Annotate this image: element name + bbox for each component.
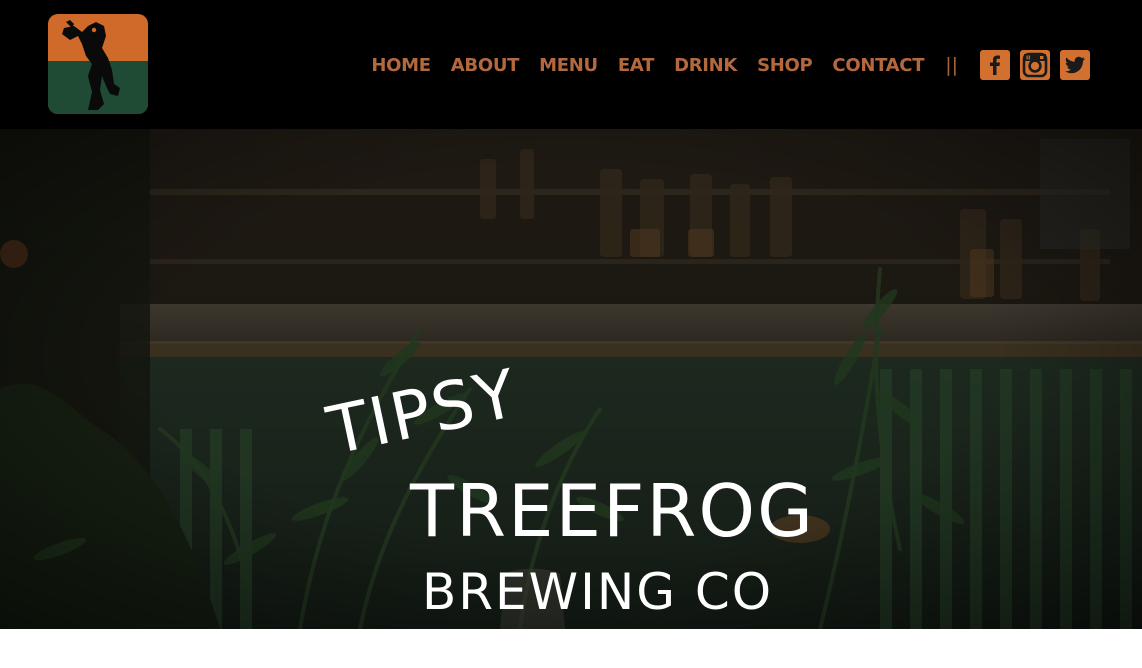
twitter-icon [1065,56,1085,74]
hero-background-image [0,129,1142,629]
nav-menu[interactable]: MENU [539,55,598,76]
hero-subtitle-brewing-co: BREWING CO [422,563,774,621]
nav-shop[interactable]: SHOP [757,55,813,76]
nav-drink[interactable]: DRINK [674,55,737,76]
hero-section: TIPSY TREEFROG BREWING CO [0,129,1142,629]
treefrog-logo-icon [48,14,148,114]
instagram-link[interactable] [1020,50,1050,80]
nav-eat[interactable]: EAT [618,55,655,76]
nav-home[interactable]: HOME [371,55,431,76]
nav-about[interactable]: ABOUT [451,55,520,76]
instagram-icon [1022,52,1048,78]
twitter-link[interactable] [1060,50,1090,80]
page-below-fold [0,629,1142,668]
hero-title-treefrog: TREEFROG [410,469,815,553]
facebook-icon [990,55,1000,75]
site-header: HOME ABOUT MENU EAT DRINK SHOP CONTACT |… [0,0,1142,129]
main-nav: HOME ABOUT MENU EAT DRINK SHOP CONTACT |… [371,48,1090,82]
facebook-link[interactable] [980,50,1010,80]
nav-separator: || [945,54,958,76]
logo-link[interactable] [48,14,148,114]
nav-contact[interactable]: CONTACT [832,55,924,76]
